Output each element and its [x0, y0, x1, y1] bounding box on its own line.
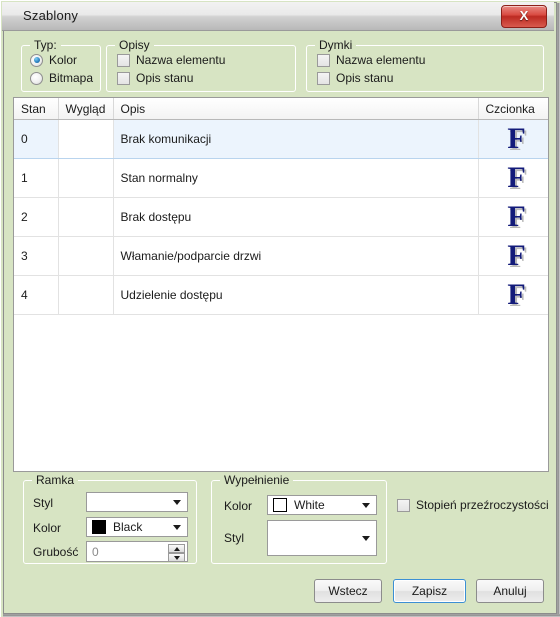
font-preview-glyph: F: [507, 122, 526, 155]
frame-color-combo[interactable]: Black: [86, 517, 188, 537]
tooltips-groupbox: Dymki Nazwa elementu Opis stanu: [306, 38, 544, 92]
frame-color-label: Kolor: [33, 521, 62, 535]
frame-thickness-stepper[interactable]: 0: [86, 541, 188, 562]
frame-groupbox: Ramka Styl Kolor Black Grubość 0: [23, 473, 197, 564]
fill-color-swatch: [273, 498, 287, 512]
fill-style-combo[interactable]: [267, 520, 377, 556]
stepper-down-icon[interactable]: [168, 553, 185, 562]
checkbox-opisy-opis-stanu[interactable]: Opis stanu: [117, 71, 193, 85]
checkbox-opisy-nazwa-elementu-indicator: [117, 53, 130, 67]
frame-color-swatch: [92, 520, 106, 534]
table-row[interactable]: 4 Udzielenie dostępu F: [14, 275, 548, 315]
chevron-down-icon: [362, 503, 370, 508]
stepper-up-icon[interactable]: [168, 544, 185, 553]
cancel-button[interactable]: Anuluj: [476, 579, 544, 603]
fill-color-combo[interactable]: White: [267, 495, 377, 515]
cell-wyglad[interactable]: [58, 158, 114, 198]
font-preview-glyph: F: [507, 278, 526, 311]
table-row[interactable]: 3 Włamanie/podparcie drzwi F: [14, 236, 548, 276]
column-header-stan[interactable]: Stan: [14, 98, 59, 120]
cell-opis: Brak dostępu: [113, 197, 479, 237]
templates-table[interactable]: Stan Wygląd Opis Czcionka 0 Brak komunik…: [13, 97, 549, 472]
cell-stan: 2: [14, 197, 59, 237]
column-header-opis[interactable]: Opis: [113, 98, 479, 120]
table-row[interactable]: 1 Stan normalny F: [14, 158, 548, 198]
captions-groupbox: Opisy Nazwa elementu Opis stanu: [106, 38, 296, 92]
radio-kolor-label: Kolor: [49, 53, 78, 67]
checkbox-dymki-nazwa-elementu-label: Nazwa elementu: [336, 53, 426, 67]
cell-stan: 0: [14, 119, 59, 159]
checkbox-transparency-indicator: [397, 498, 410, 512]
checkbox-dymki-opis-stanu-label: Opis stanu: [336, 71, 394, 85]
font-preview-glyph: F: [507, 161, 526, 194]
cell-czcionka[interactable]: F: [478, 275, 548, 315]
fill-groupbox-label: Wypełnienie: [220, 473, 294, 487]
dialog-window: Szablony X Typ: Kolor Bitmapa Opisy Nazw…: [0, 0, 560, 617]
window-title: Szablony: [23, 8, 79, 23]
radio-kolor[interactable]: Kolor: [30, 53, 77, 67]
frame-thickness-value: 0: [92, 544, 99, 559]
captions-groupbox-label: Opisy: [115, 38, 154, 52]
checkbox-opisy-nazwa-elementu-label: Nazwa elementu: [136, 53, 226, 67]
frame-thickness-label: Grubość: [33, 545, 79, 559]
column-header-wyglad[interactable]: Wygląd: [58, 98, 114, 120]
checkbox-transparency-label: Stopień przeźroczystości: [416, 498, 549, 512]
type-groupbox-label: Typ:: [30, 38, 61, 52]
cell-czcionka[interactable]: F: [478, 197, 548, 237]
chevron-down-icon: [173, 500, 181, 505]
fill-color-value: White: [294, 498, 325, 512]
save-button[interactable]: Zapisz: [393, 579, 466, 603]
close-button[interactable]: X: [501, 5, 547, 28]
font-preview-glyph: F: [507, 239, 526, 272]
cell-opis: Włamanie/podparcie drzwi: [113, 236, 479, 276]
checkbox-opisy-nazwa-elementu[interactable]: Nazwa elementu: [117, 53, 225, 67]
cell-wyglad[interactable]: [58, 197, 114, 237]
cell-czcionka[interactable]: F: [478, 236, 548, 276]
cell-opis: Brak komunikacji: [113, 119, 479, 159]
frame-style-label: Styl: [33, 496, 54, 510]
fill-style-label: Styl: [224, 531, 245, 545]
tooltips-groupbox-label: Dymki: [315, 38, 357, 52]
table-header-row: Stan Wygląd Opis Czcionka: [14, 98, 548, 120]
chevron-down-icon: [173, 525, 181, 530]
font-preview-glyph: F: [507, 200, 526, 233]
title-bar: Szablony X: [2, 2, 554, 31]
chevron-down-icon: [362, 536, 370, 541]
checkbox-opisy-opis-stanu-indicator: [117, 71, 130, 85]
checkbox-dymki-nazwa-elementu-indicator: [317, 53, 330, 67]
cell-stan: 4: [14, 275, 59, 315]
fill-groupbox: Wypełnienie Kolor White Styl: [211, 473, 387, 564]
frame-groupbox-label: Ramka: [32, 473, 79, 487]
checkbox-dymki-opis-stanu-indicator: [317, 71, 330, 85]
type-groupbox: Typ: Kolor Bitmapa: [21, 38, 101, 92]
table-row[interactable]: 2 Brak dostępu F: [14, 197, 548, 237]
table-row[interactable]: 0 Brak komunikacji F: [14, 119, 548, 159]
cell-stan: 3: [14, 236, 59, 276]
close-icon: X: [519, 8, 529, 23]
radio-kolor-indicator: [30, 53, 43, 67]
cell-opis: Stan normalny: [113, 158, 479, 198]
checkbox-transparency[interactable]: Stopień przeźroczystości: [397, 498, 549, 512]
column-header-czcionka[interactable]: Czcionka: [478, 98, 548, 120]
radio-bitmapa[interactable]: Bitmapa: [30, 71, 93, 85]
cell-wyglad[interactable]: [58, 275, 114, 315]
cell-czcionka[interactable]: F: [478, 158, 548, 198]
cell-opis: Udzielenie dostępu: [113, 275, 479, 315]
radio-bitmapa-label: Bitmapa: [49, 71, 94, 85]
checkbox-dymki-nazwa-elementu[interactable]: Nazwa elementu: [317, 53, 425, 67]
cell-wyglad[interactable]: [58, 119, 114, 159]
cell-stan: 1: [14, 158, 59, 198]
fill-color-label: Kolor: [224, 499, 253, 513]
frame-style-combo[interactable]: [86, 492, 188, 512]
back-button[interactable]: Wstecz: [314, 579, 382, 603]
cell-wyglad[interactable]: [58, 236, 114, 276]
cell-czcionka[interactable]: F: [478, 119, 548, 159]
frame-color-value: Black: [113, 520, 143, 534]
checkbox-opisy-opis-stanu-label: Opis stanu: [136, 71, 194, 85]
stepper-buttons[interactable]: [168, 544, 185, 562]
checkbox-dymki-opis-stanu[interactable]: Opis stanu: [317, 71, 393, 85]
radio-bitmapa-indicator: [30, 71, 43, 85]
